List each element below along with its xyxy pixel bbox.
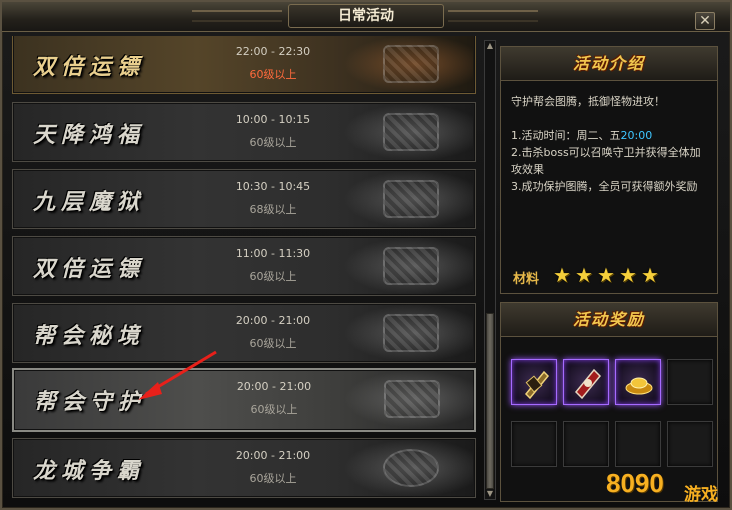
daily-activities-window: 日常活动 ✕ 双倍运镖 22:00 - 22:30 60级以上 天降鸿福 10:… [0,0,732,510]
intro-item-boss: 2.击杀boss可以召唤守卫并获得全体加攻效果 [511,146,701,176]
title-bar: 日常活动 ✕ [2,2,730,32]
activity-time: 10:00 - 10:15 [235,113,311,126]
title-ornament-right [448,10,538,22]
intro-item-time-value: 20:00 [620,129,653,142]
activity-row-4[interactable]: 帮会秘境 20:00 - 21:00 60级以上 [12,303,476,363]
star-icon: ★ [597,263,615,287]
intro-item-reward: 3.成功保护图腾，全员可获得额外奖励 [511,180,698,193]
reward-slot-8[interactable] [667,421,713,467]
activity-scrollbar[interactable]: ▲ ▼ [484,40,496,500]
activity-row-1[interactable]: 天降鸿福 10:00 - 10:15 60级以上 [12,102,476,162]
activity-name: 九层魔狱 [33,189,146,215]
activity-intro-panel: 活动介绍 守护帮会图腾，抵御怪物进攻！ 1.活动时间：周二、五20:00 2.击… [500,46,718,294]
activity-time: 11:00 - 11:30 [235,247,311,260]
window-title: 日常活动 [288,4,444,28]
activity-name: 天降鸿福 [33,122,146,148]
activity-row-6[interactable]: 龙城争霸 20:00 - 21:00 60级以上 [12,438,476,498]
gold-ingot-icon [625,377,653,395]
star-icon: ★ [575,263,593,287]
activity-time: 10:30 - 10:45 [235,180,311,193]
carriage-art-icon [343,237,473,295]
activity-level: 60级以上 [249,472,297,485]
activity-row-5[interactable]: 帮会守护 20:00 - 21:00 60级以上 [12,368,476,432]
totem-art-icon [344,370,474,428]
intro-summary: 守护帮会图腾，抵御怪物进攻！ [511,95,665,108]
activity-level: 60级以上 [249,270,297,283]
watermark-number: 8090 [606,468,664,498]
intro-item-time-label: 1.活动时间：周二、五 [511,129,621,142]
scroll-thumb[interactable] [486,313,494,489]
activity-level: 68级以上 [249,203,297,216]
activity-row-3[interactable]: 双倍运镖 11:00 - 11:30 60级以上 [12,236,476,296]
intro-header: 活动介绍 [501,47,717,81]
activity-name: 龙城争霸 [33,458,146,484]
red-annotation-arrow-icon [138,350,217,400]
intro-description: 守护帮会图腾，抵御怪物进攻！ 1.活动时间：周二、五20:00 2.击杀boss… [511,93,711,195]
activity-time: 20:00 - 21:00 [235,314,311,327]
star-icon: ★ [641,263,659,287]
activity-list: 双倍运镖 22:00 - 22:30 60级以上 天降鸿福 10:00 - 10… [10,36,480,506]
activity-level: 60级以上 [249,136,297,149]
material-stars: ★ ★ ★ ★ ★ [553,263,663,287]
intro-item-time: 1.活动时间：周二、五20:00 [511,127,711,144]
dungeon-art-icon [343,170,473,228]
reward-slot-5[interactable] [511,421,557,467]
activity-row-0[interactable]: 双倍运镖 22:00 - 22:30 60级以上 [12,36,476,94]
shrine-art-icon [343,304,473,362]
watermark-cn: 游戏 [684,485,718,505]
reward-slot-2[interactable] [563,359,609,405]
scroll-down-icon[interactable]: ▼ [485,489,495,499]
reward-slot-1[interactable] [511,359,557,405]
activity-name: 双倍运镖 [33,54,146,80]
activity-row-2[interactable]: 九层魔狱 10:30 - 10:45 68级以上 [12,169,476,229]
activity-name: 双倍运镖 [33,256,146,282]
material-label: 材料 [513,272,540,287]
city-gate-art-icon [343,439,473,497]
treasure-chest-art-icon [343,103,473,161]
reward-header: 活动奖励 [501,303,717,337]
title-ornament-left [192,10,282,22]
scroll-up-icon[interactable]: ▲ [485,41,495,51]
reward-slot-6[interactable] [563,421,609,467]
reward-slot-7[interactable] [615,421,661,467]
material-rating: 材料 ★ ★ ★ ★ ★ [513,263,713,287]
reward-slot-3[interactable] [615,359,661,405]
activity-time: 22:00 - 22:30 [235,45,311,58]
brand-watermark: 8090 游戏 [606,462,730,506]
sword-token-icon [524,370,550,400]
close-button[interactable]: ✕ [695,12,715,30]
activity-name: 帮会秘境 [33,323,146,349]
star-icon: ★ [553,263,571,287]
carriage-art-icon [343,36,473,93]
activity-time: 20:00 - 21:00 [236,380,312,393]
red-scroll-icon [574,368,602,400]
activity-level: 60级以上 [250,403,298,416]
activity-time: 20:00 - 21:00 [235,449,311,462]
reward-slot-4[interactable] [667,359,713,405]
activity-level: 60级以上 [249,68,297,81]
activity-name: 帮会守护 [34,389,147,415]
star-icon: ★ [619,263,637,287]
